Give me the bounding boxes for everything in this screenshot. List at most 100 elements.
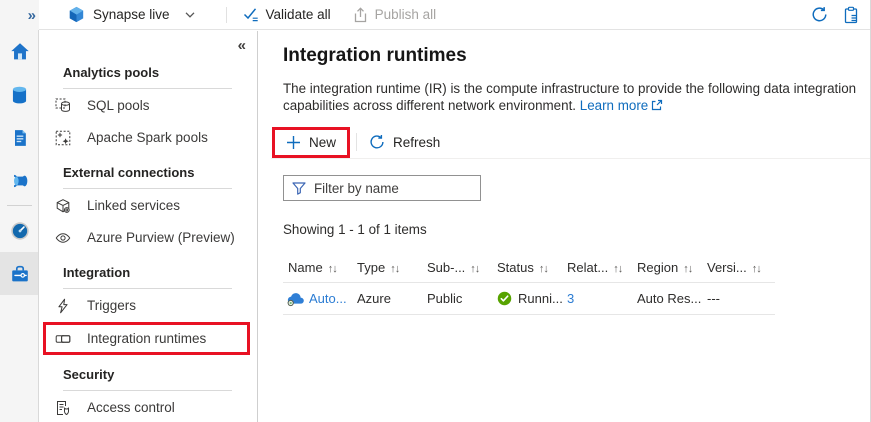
refresh-icon bbox=[369, 134, 385, 150]
section-header-integration: Integration bbox=[63, 265, 232, 289]
sidebar-item-label: Linked services bbox=[87, 198, 180, 213]
new-button[interactable]: New bbox=[286, 135, 336, 150]
cell-version: --- bbox=[702, 291, 775, 306]
branch-label: Synapse live bbox=[93, 7, 170, 22]
sidebar-item-linked-services[interactable]: Linked services bbox=[40, 190, 257, 221]
toolbox-icon bbox=[9, 263, 31, 285]
clipboard-icon bbox=[843, 6, 859, 24]
validate-all-button[interactable]: Validate all bbox=[243, 7, 331, 22]
sort-icon: ↑↓ bbox=[390, 263, 399, 275]
branch-selector[interactable]: Synapse live bbox=[39, 6, 195, 23]
publish-all-label: Publish all bbox=[375, 7, 437, 22]
runtime-name-link[interactable]: Auto... bbox=[309, 291, 347, 306]
annotation-box-integration-runtimes: Integration runtimes bbox=[43, 322, 250, 355]
column-header-related[interactable]: Relat...↑↓ bbox=[562, 260, 632, 275]
table-row[interactable]: Auto... Azure Public Runni... 3 Auto Res… bbox=[283, 283, 775, 315]
page-title: Integration runtimes bbox=[283, 45, 871, 67]
section-header-analytics-pools: Analytics pools bbox=[63, 65, 232, 89]
sidebar-item-apache-spark-pools[interactable]: Apache Spark pools bbox=[40, 122, 257, 153]
learn-more-link[interactable]: Learn more bbox=[580, 98, 663, 113]
refresh-icon bbox=[811, 6, 828, 23]
filter-input[interactable] bbox=[314, 181, 491, 196]
cell-region: Auto Res... bbox=[632, 291, 702, 306]
collapse-sidebar-button[interactable]: « bbox=[40, 31, 257, 53]
top-command-bar: Synapse live Validate all Publish all bbox=[39, 0, 870, 30]
sidebar-item-label: SQL pools bbox=[87, 98, 150, 113]
expand-nav-button[interactable]: » bbox=[0, 0, 39, 30]
table-header-row: Name↑↓ Type↑↓ Sub-...↑↓ Status↑↓ Relat..… bbox=[283, 253, 775, 283]
command-bar: New Refresh bbox=[271, 126, 871, 159]
sort-icon: ↑↓ bbox=[470, 263, 479, 275]
eye-icon bbox=[55, 230, 71, 246]
refresh-button[interactable]: Refresh bbox=[369, 134, 440, 150]
nav-monitor[interactable] bbox=[0, 209, 39, 252]
command-divider bbox=[356, 133, 357, 151]
document-icon bbox=[10, 127, 30, 149]
pipeline-icon bbox=[9, 170, 31, 192]
column-header-name[interactable]: Name↑↓ bbox=[283, 260, 352, 275]
topbar-divider bbox=[226, 7, 227, 23]
sql-pools-icon bbox=[55, 98, 71, 114]
nav-integrate[interactable] bbox=[0, 159, 39, 202]
sidebar-item-label: Access control bbox=[87, 400, 175, 415]
manage-sidebar: « Analytics pools SQL pools Apache Spark… bbox=[40, 31, 258, 422]
items-summary: Showing 1 - 1 of 1 items bbox=[283, 222, 871, 237]
left-nav-rail: » bbox=[0, 0, 39, 422]
chevron-down-icon bbox=[185, 12, 195, 18]
external-link-icon bbox=[651, 99, 663, 111]
page-description: The integration runtime (IR) is the comp… bbox=[283, 80, 869, 114]
sort-icon: ↑↓ bbox=[752, 263, 761, 275]
column-header-subtype[interactable]: Sub-...↑↓ bbox=[422, 260, 492, 275]
section-header-external-connections: External connections bbox=[63, 165, 232, 189]
column-header-version[interactable]: Versi...↑↓ bbox=[702, 260, 775, 275]
cell-type: Azure bbox=[352, 291, 422, 306]
integration-runtimes-table: Name↑↓ Type↑↓ Sub-...↑↓ Status↑↓ Relat..… bbox=[283, 253, 775, 315]
apache-spark-pools-icon bbox=[55, 130, 71, 146]
status-running-icon bbox=[497, 291, 512, 306]
column-header-region[interactable]: Region↑↓ bbox=[632, 260, 702, 275]
sidebar-item-integration-runtimes[interactable]: Integration runtimes bbox=[46, 325, 247, 352]
column-header-status[interactable]: Status↑↓ bbox=[492, 260, 562, 275]
cell-subtype: Public bbox=[422, 291, 492, 306]
validate-check-icon bbox=[243, 7, 259, 22]
cell-status: Runni... bbox=[492, 291, 562, 306]
nav-data[interactable] bbox=[0, 73, 39, 116]
plus-icon bbox=[286, 135, 301, 150]
nav-develop[interactable] bbox=[0, 116, 39, 159]
sidebar-item-label: Triggers bbox=[87, 298, 136, 313]
synapse-logo-icon bbox=[68, 6, 85, 23]
cell-name: Auto... bbox=[283, 291, 352, 307]
related-count-link[interactable]: 3 bbox=[567, 291, 574, 306]
sidebar-item-sql-pools[interactable]: SQL pools bbox=[40, 90, 257, 121]
sort-icon: ↑↓ bbox=[539, 263, 548, 275]
nav-manage[interactable] bbox=[0, 252, 39, 295]
sidebar-item-label: Azure Purview (Preview) bbox=[87, 230, 235, 245]
section-header-security: Security bbox=[63, 367, 232, 391]
gauge-icon bbox=[9, 220, 31, 242]
sidebar-item-azure-purview[interactable]: Azure Purview (Preview) bbox=[40, 222, 257, 253]
linked-services-icon bbox=[55, 198, 71, 214]
filter-funnel-icon bbox=[292, 182, 306, 195]
sidebar-item-label: Apache Spark pools bbox=[87, 130, 208, 145]
publish-all-button[interactable]: Publish all bbox=[353, 7, 437, 23]
double-chevron-left-icon: « bbox=[238, 37, 246, 54]
task-list-button[interactable] bbox=[843, 6, 859, 24]
column-header-type[interactable]: Type↑↓ bbox=[352, 260, 422, 275]
nav-home[interactable] bbox=[0, 30, 39, 73]
lightning-icon bbox=[55, 298, 71, 314]
sidebar-item-access-control[interactable]: Access control bbox=[40, 392, 257, 422]
sort-icon: ↑↓ bbox=[683, 263, 692, 275]
refresh-page-button[interactable] bbox=[811, 6, 828, 23]
description-text: The integration runtime (IR) is the comp… bbox=[283, 81, 856, 113]
new-button-label: New bbox=[309, 135, 336, 150]
validate-all-label: Validate all bbox=[266, 7, 331, 22]
rail-divider bbox=[7, 205, 32, 206]
annotation-box-new: New bbox=[272, 127, 350, 158]
rail-items bbox=[0, 30, 39, 295]
integration-runtimes-icon bbox=[55, 331, 71, 347]
home-icon bbox=[9, 41, 31, 63]
cell-related: 3 bbox=[562, 291, 632, 306]
sidebar-item-triggers[interactable]: Triggers bbox=[40, 290, 257, 321]
filter-field bbox=[283, 175, 481, 201]
access-control-icon bbox=[55, 400, 71, 416]
